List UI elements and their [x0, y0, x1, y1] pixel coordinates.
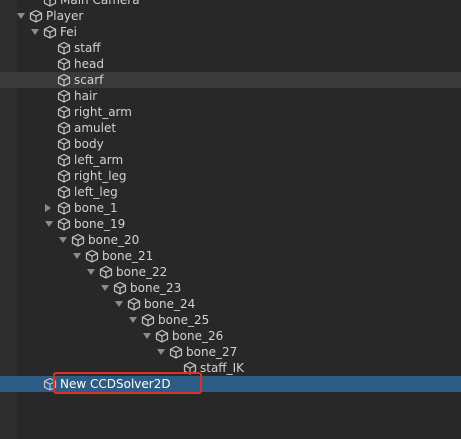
hierarchy-item-label: bone_22 — [116, 265, 168, 279]
hierarchy-item-label: bone_21 — [102, 249, 154, 263]
hierarchy-row[interactable]: bone_20 — [0, 232, 461, 248]
gameobject-cube-icon — [57, 89, 71, 103]
hierarchy-row[interactable]: scarf — [0, 72, 461, 88]
gameobject-cube-icon — [57, 121, 71, 135]
hierarchy-item-label: Main Camera — [60, 0, 140, 7]
hierarchy-item-label: head — [74, 57, 104, 71]
foldout-expanded-icon[interactable] — [59, 237, 67, 243]
hierarchy-item-label: left_arm — [74, 153, 124, 167]
hierarchy-row[interactable]: right_arm — [0, 104, 461, 120]
hierarchy-row[interactable]: amulet — [0, 120, 461, 136]
hierarchy-item-label: bone_23 — [130, 281, 182, 295]
gameobject-cube-icon — [57, 185, 71, 199]
foldout-expanded-icon[interactable] — [17, 13, 25, 19]
hierarchy-item-label: right_leg — [74, 169, 127, 183]
gameobject-cube-icon — [57, 137, 71, 151]
hierarchy-row[interactable]: body — [0, 136, 461, 152]
hierarchy-item-label: bone_24 — [144, 297, 196, 311]
gameobject-cube-icon — [155, 329, 169, 343]
hierarchy-item-label: bone_26 — [172, 329, 224, 343]
hierarchy-item-label: Fei — [60, 25, 77, 39]
gameobject-cube-icon — [57, 41, 71, 55]
hierarchy-row[interactable]: hair — [0, 88, 461, 104]
hierarchy-item-label: bone_1 — [74, 201, 118, 215]
gameobject-cube-icon — [29, 9, 43, 23]
hierarchy-row[interactable]: bone_27 — [0, 344, 461, 360]
foldout-expanded-icon[interactable] — [31, 29, 39, 35]
hierarchy-item-label: bone_25 — [158, 313, 210, 327]
hierarchy-row[interactable]: right_leg — [0, 168, 461, 184]
hierarchy-row[interactable]: Player — [0, 8, 461, 24]
highlight-annotation-box — [53, 372, 202, 394]
hierarchy-item-label: staff — [74, 41, 101, 55]
gameobject-cube-icon — [99, 265, 113, 279]
hierarchy-item-label: left_leg — [74, 185, 118, 199]
gameobject-cube-icon — [71, 233, 85, 247]
hierarchy-item-label: bone_20 — [88, 233, 140, 247]
hierarchy-item-label: right_arm — [74, 105, 132, 119]
hierarchy-row[interactable]: bone_25 — [0, 312, 461, 328]
hierarchy-row[interactable]: bone_1 — [0, 200, 461, 216]
hierarchy-row[interactable]: head — [0, 56, 461, 72]
gameobject-cube-icon — [85, 249, 99, 263]
foldout-expanded-icon[interactable] — [115, 301, 123, 307]
gameobject-cube-icon — [57, 73, 71, 87]
hierarchy-row[interactable]: staff — [0, 40, 461, 56]
gameobject-cube-icon — [57, 201, 71, 215]
foldout-collapsed-icon[interactable] — [45, 204, 51, 212]
foldout-expanded-icon[interactable] — [87, 269, 95, 275]
gameobject-cube-icon — [169, 345, 183, 359]
hierarchy-item-label: hair — [74, 89, 98, 103]
gameobject-cube-icon — [43, 25, 57, 39]
gameobject-cube-icon — [141, 313, 155, 327]
hierarchy-row[interactable]: left_arm — [0, 152, 461, 168]
hierarchy-item-label: body — [74, 137, 104, 151]
hierarchy-row[interactable]: left_leg — [0, 184, 461, 200]
foldout-expanded-icon[interactable] — [45, 221, 53, 227]
foldout-expanded-icon[interactable] — [129, 317, 137, 323]
hierarchy-row[interactable]: Main Camera — [0, 0, 461, 8]
hierarchy-row[interactable]: Fei — [0, 24, 461, 40]
hierarchy-item-label: amulet — [74, 121, 117, 135]
hierarchy-row[interactable]: bone_22 — [0, 264, 461, 280]
hierarchy-row[interactable]: bone_24 — [0, 296, 461, 312]
gameobject-cube-icon — [43, 0, 57, 7]
foldout-expanded-icon[interactable] — [157, 349, 165, 355]
hierarchy-item-label: scarf — [74, 73, 104, 87]
gameobject-cube-icon — [57, 169, 71, 183]
hierarchy-row[interactable]: bone_19 — [0, 216, 461, 232]
gameobject-cube-icon — [57, 57, 71, 71]
gameobject-cube-icon — [57, 153, 71, 167]
hierarchy-row[interactable]: bone_26 — [0, 328, 461, 344]
hierarchy-item-label: bone_19 — [74, 217, 126, 231]
foldout-expanded-icon[interactable] — [73, 253, 81, 259]
gameobject-cube-icon — [113, 281, 127, 295]
hierarchy-item-label: bone_27 — [186, 345, 238, 359]
gameobject-cube-icon — [127, 297, 141, 311]
foldout-expanded-icon[interactable] — [101, 285, 109, 291]
hierarchy-row[interactable]: bone_21 — [0, 248, 461, 264]
hierarchy-item-label: Player — [46, 9, 84, 23]
gameobject-cube-icon — [57, 217, 71, 231]
hierarchy-row[interactable]: bone_23 — [0, 280, 461, 296]
foldout-expanded-icon[interactable] — [143, 333, 151, 339]
gameobject-cube-icon — [57, 105, 71, 119]
hierarchy-item-label: staff_IK — [200, 361, 244, 375]
